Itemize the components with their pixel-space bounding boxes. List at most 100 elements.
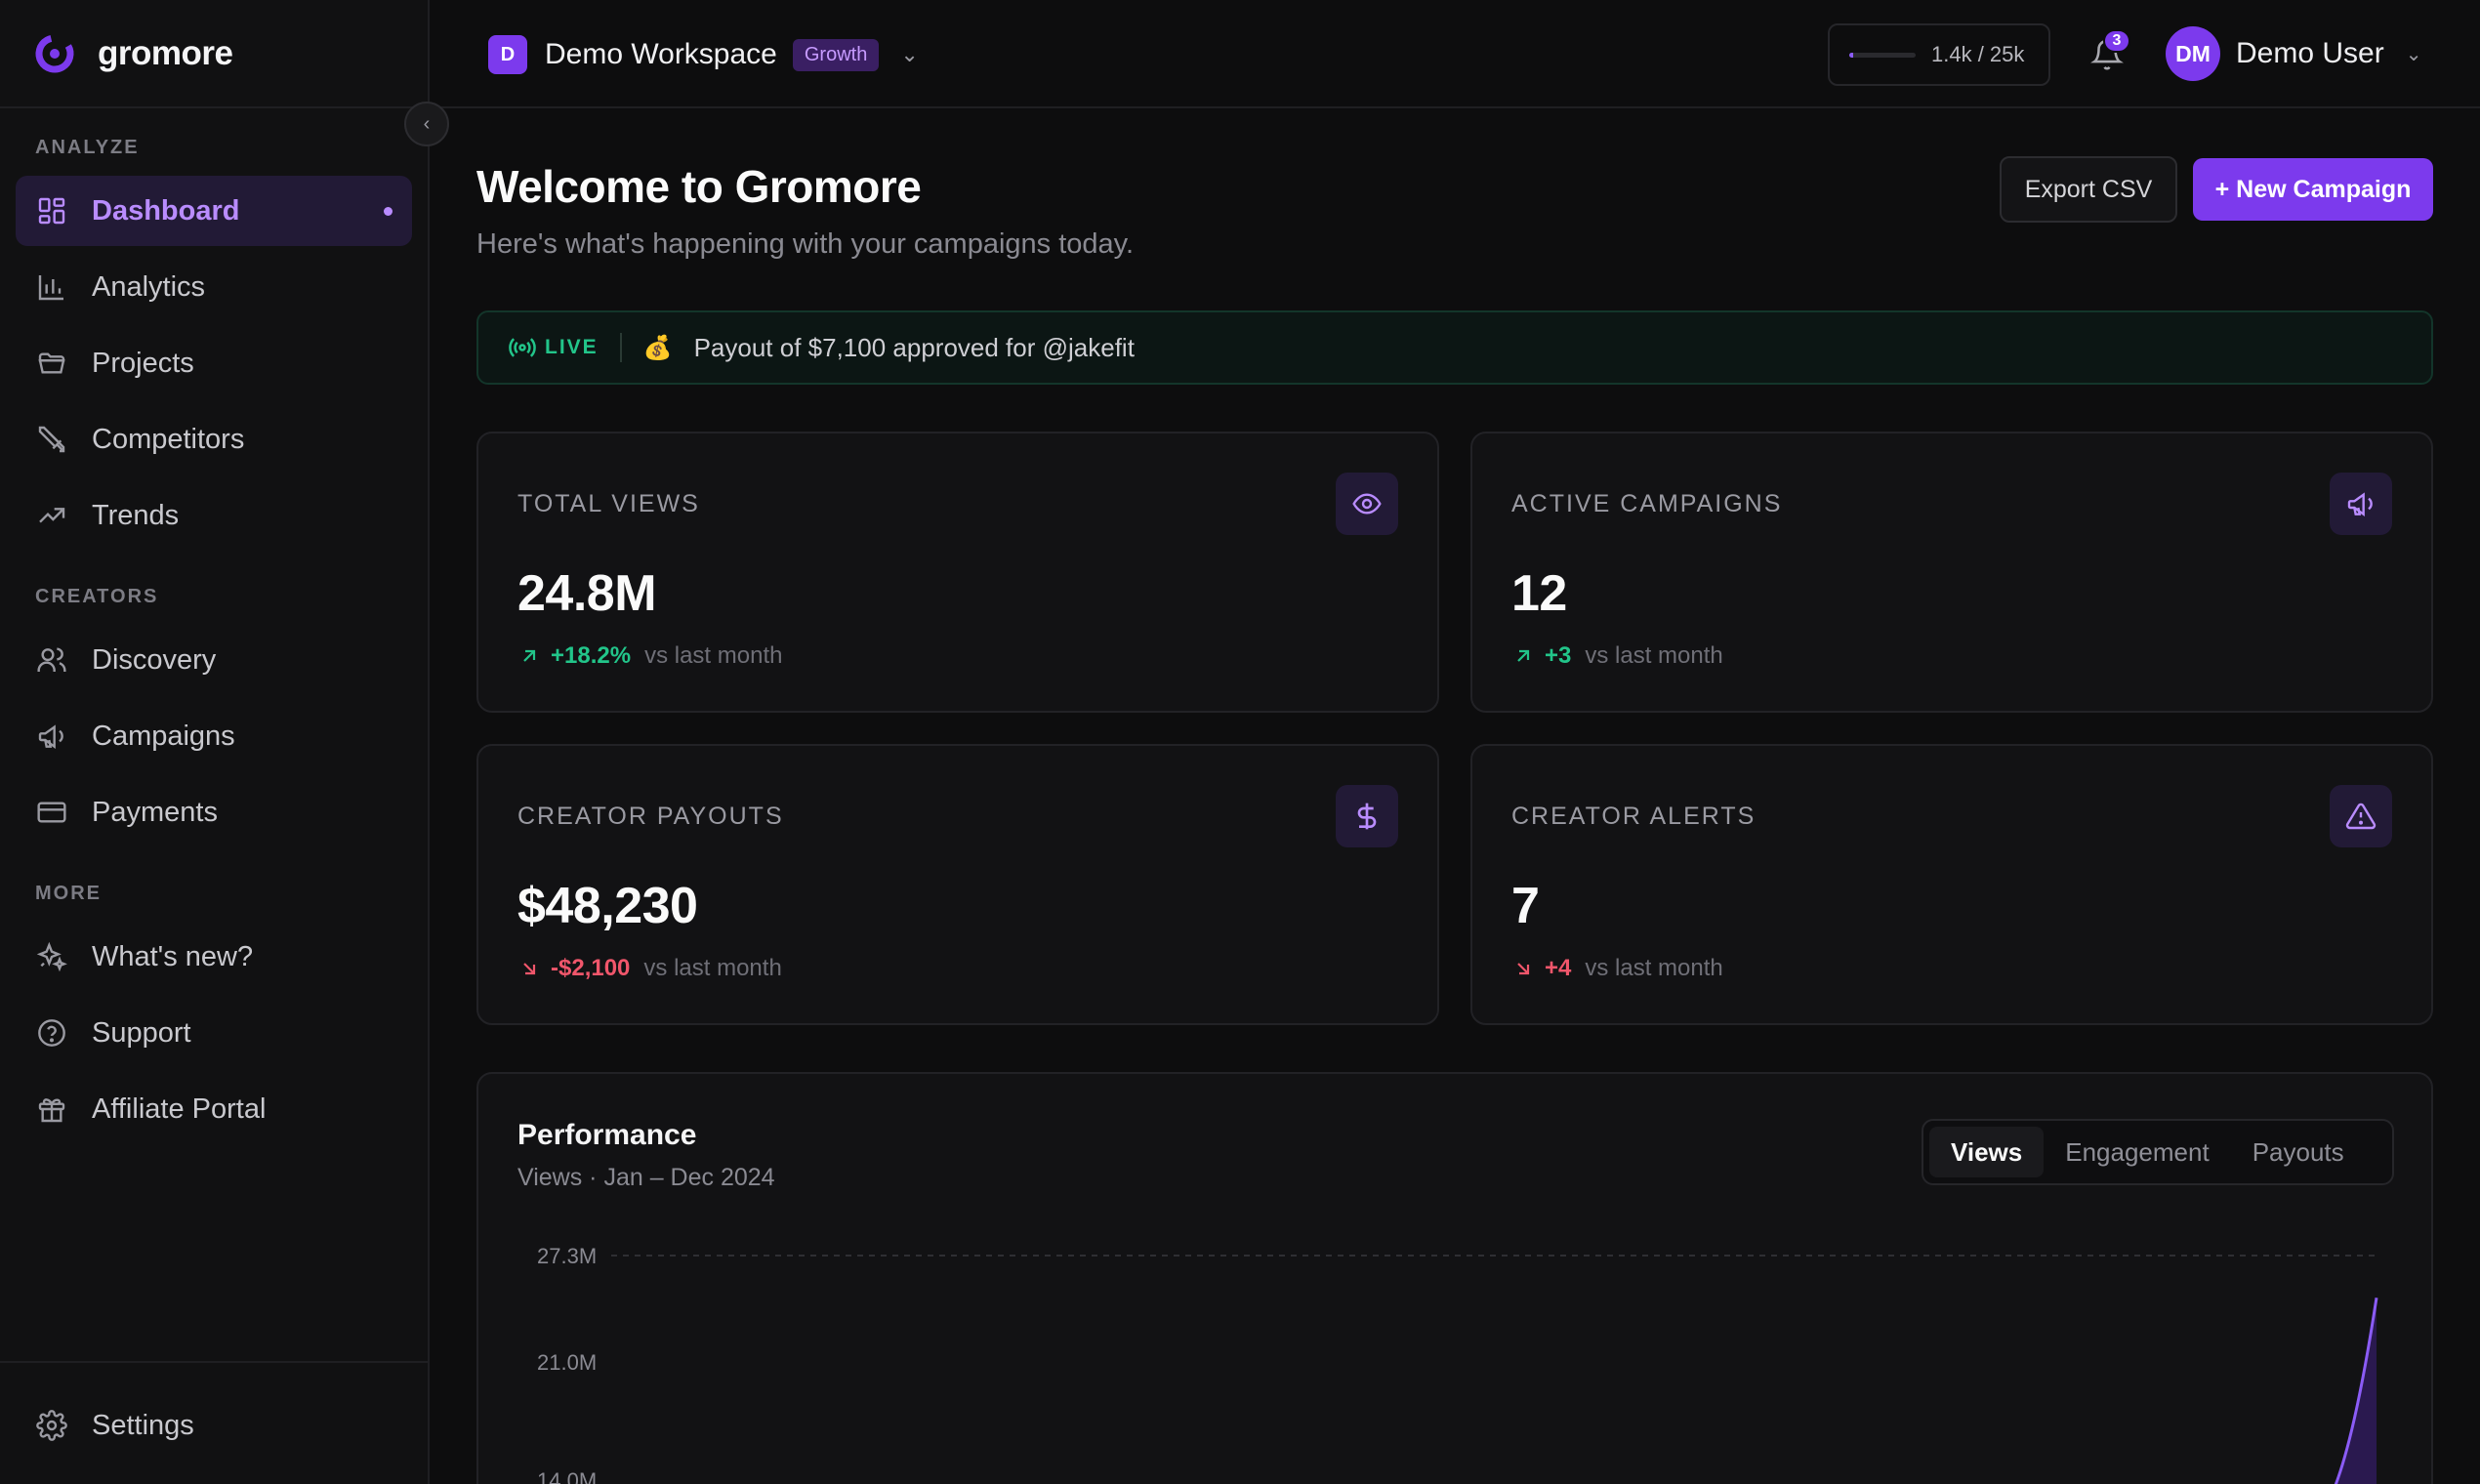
trending-up-icon (35, 499, 68, 532)
sidebar-item-label: Campaigns (92, 720, 235, 752)
collapse-sidebar-button[interactable]: ‹ (404, 102, 449, 146)
stat-label: ACTIVE CAMPAIGNS (1511, 490, 1783, 517)
stat-card-active-campaigns: ACTIVE CAMPAIGNS 12 +3 vs last month (1470, 432, 2433, 713)
stat-value: $48,230 (517, 878, 698, 934)
arrow-down-right-icon (1517, 963, 1530, 975)
stat-label: TOTAL VIEWS (517, 490, 700, 517)
sidebar-item-campaigns[interactable]: Campaigns (16, 701, 412, 771)
notification-count-badge: 3 (2103, 29, 2130, 53)
alert-triangle-icon (2330, 785, 2392, 847)
sidebar-item-payments[interactable]: Payments (16, 777, 412, 847)
gromore-logo-icon (35, 34, 74, 72)
delta-value: -$2,100 (551, 955, 631, 981)
sidebar: gromore ‹ ANALYZE Dashboard Analytics Pr… (0, 0, 449, 1484)
sidebar-item-analytics[interactable]: Analytics (16, 252, 412, 322)
sidebar-item-projects[interactable]: Projects (16, 328, 412, 398)
delta-note: vs last month (644, 642, 783, 669)
chevron-left-icon: ‹ (423, 112, 431, 135)
sidebar-divider (0, 1361, 428, 1363)
plan-badge: Growth (792, 38, 880, 71)
section-label-more: MORE (35, 883, 102, 904)
delta-value: +4 (1545, 955, 1572, 981)
usage-progress-bar (1849, 52, 1916, 58)
live-message: Payout of $7,100 approved for @jakefit (693, 332, 1135, 362)
brand[interactable]: gromore (0, 0, 428, 108)
megaphone-icon (35, 720, 68, 753)
section-label-analyze: ANALYZE (35, 137, 140, 158)
sidebar-item-settings[interactable]: Settings (16, 1390, 412, 1461)
page-title: Welcome to Gromore (476, 161, 922, 212)
divider (619, 333, 622, 362)
usage-meter[interactable]: 1.4k / 25k (1828, 23, 2050, 86)
user-name: Demo User (2236, 37, 2384, 69)
dollar-icon (1336, 785, 1398, 847)
series-area (2335, 1298, 2377, 1484)
performance-panel: Performance Views · Jan – Dec 2024 Views… (476, 1072, 2433, 1484)
sidebar-item-dashboard[interactable]: Dashboard (16, 176, 412, 246)
help-circle-icon (35, 1016, 68, 1050)
gift-icon (35, 1092, 68, 1126)
sidebar-item-label: Settings (92, 1409, 194, 1441)
stat-value: 7 (1511, 878, 1540, 934)
stat-delta: +4 vs last month (1511, 955, 1723, 982)
y-tick-label: 14.0M (537, 1468, 597, 1484)
eye-icon (1336, 473, 1398, 535)
folder-icon (35, 347, 68, 380)
workspace-avatar: D (488, 35, 527, 74)
delta-note: vs last month (1585, 642, 1723, 669)
sidebar-item-discovery[interactable]: Discovery (16, 625, 412, 695)
stat-delta: +3 vs last month (1511, 642, 1723, 670)
stat-card-creator-payouts: CREATOR PAYOUTS $48,230 -$2,100 vs last … (476, 744, 1439, 1025)
y-tick-label: 21.0M (537, 1350, 597, 1375)
live-activity-banner: LIVE 💰 Payout of $7,100 approved for @ja… (476, 310, 2433, 385)
delta-value: +18.2% (551, 642, 632, 669)
export-csv-button[interactable]: Export CSV (2000, 156, 2177, 223)
stat-delta: -$2,100 vs last month (517, 955, 782, 982)
sidebar-item-label: Analytics (92, 270, 206, 303)
arrow-down-right-icon (523, 963, 536, 975)
stat-value: 24.8M (517, 565, 657, 622)
sidebar-item-trends[interactable]: Trends (16, 480, 412, 551)
arrow-up-right-icon (523, 649, 536, 662)
megaphone-icon (2330, 473, 2392, 535)
delta-value: +3 (1545, 642, 1572, 669)
brand-name: gromore (98, 33, 233, 72)
stat-label: CREATOR ALERTS (1511, 803, 1757, 830)
sparkles-icon (35, 940, 68, 973)
chevron-down-icon: ⌄ (2405, 43, 2422, 65)
sidebar-item-label: What's new? (92, 940, 254, 972)
sidebar-item-label: Projects (92, 347, 194, 379)
avatar: DM (2166, 26, 2220, 81)
stat-delta: +18.2% vs last month (517, 642, 782, 670)
topbar: D Demo Workspace Growth ⌄ 1.4k / 25k 3 D… (430, 0, 2480, 108)
sidebar-item-whats-new[interactable]: What's new? (16, 922, 412, 992)
active-indicator (384, 207, 393, 216)
gear-icon (35, 1409, 68, 1442)
user-menu[interactable]: DM Demo User ⌄ (2166, 26, 2421, 81)
users-icon (35, 643, 68, 677)
sidebar-item-label: Payments (92, 796, 218, 828)
section-label-creators: CREATORS (35, 586, 159, 607)
usage-text: 1.4k / 25k (1931, 42, 2025, 66)
workspace-switcher[interactable]: D Demo Workspace Growth ⌄ (488, 35, 919, 74)
sidebar-item-competitors[interactable]: Competitors (16, 404, 412, 474)
credit-card-icon (35, 796, 68, 829)
delta-note: vs last month (1585, 955, 1723, 981)
sidebar-item-label: Competitors (92, 423, 245, 455)
y-tick-label: 27.3M (537, 1244, 597, 1268)
dashboard-icon (35, 194, 68, 227)
chevron-down-icon: ⌄ (900, 42, 919, 66)
sidebar-item-affiliate-portal[interactable]: Affiliate Portal (16, 1074, 412, 1144)
arrow-up-right-icon (1517, 649, 1530, 662)
sidebar-item-label: Discovery (92, 643, 217, 676)
live-label: LIVE (545, 336, 599, 358)
money-bag-icon: 💰 (642, 334, 673, 361)
sidebar-item-support[interactable]: Support (16, 998, 412, 1068)
sidebar-item-label: Dashboard (92, 194, 240, 227)
new-campaign-button[interactable]: + New Campaign (2193, 158, 2433, 221)
stat-label: CREATOR PAYOUTS (517, 803, 784, 830)
swords-icon (35, 423, 68, 456)
delta-note: vs last month (643, 955, 782, 981)
sidebar-item-label: Support (92, 1016, 191, 1049)
broadcast-icon (509, 338, 536, 357)
